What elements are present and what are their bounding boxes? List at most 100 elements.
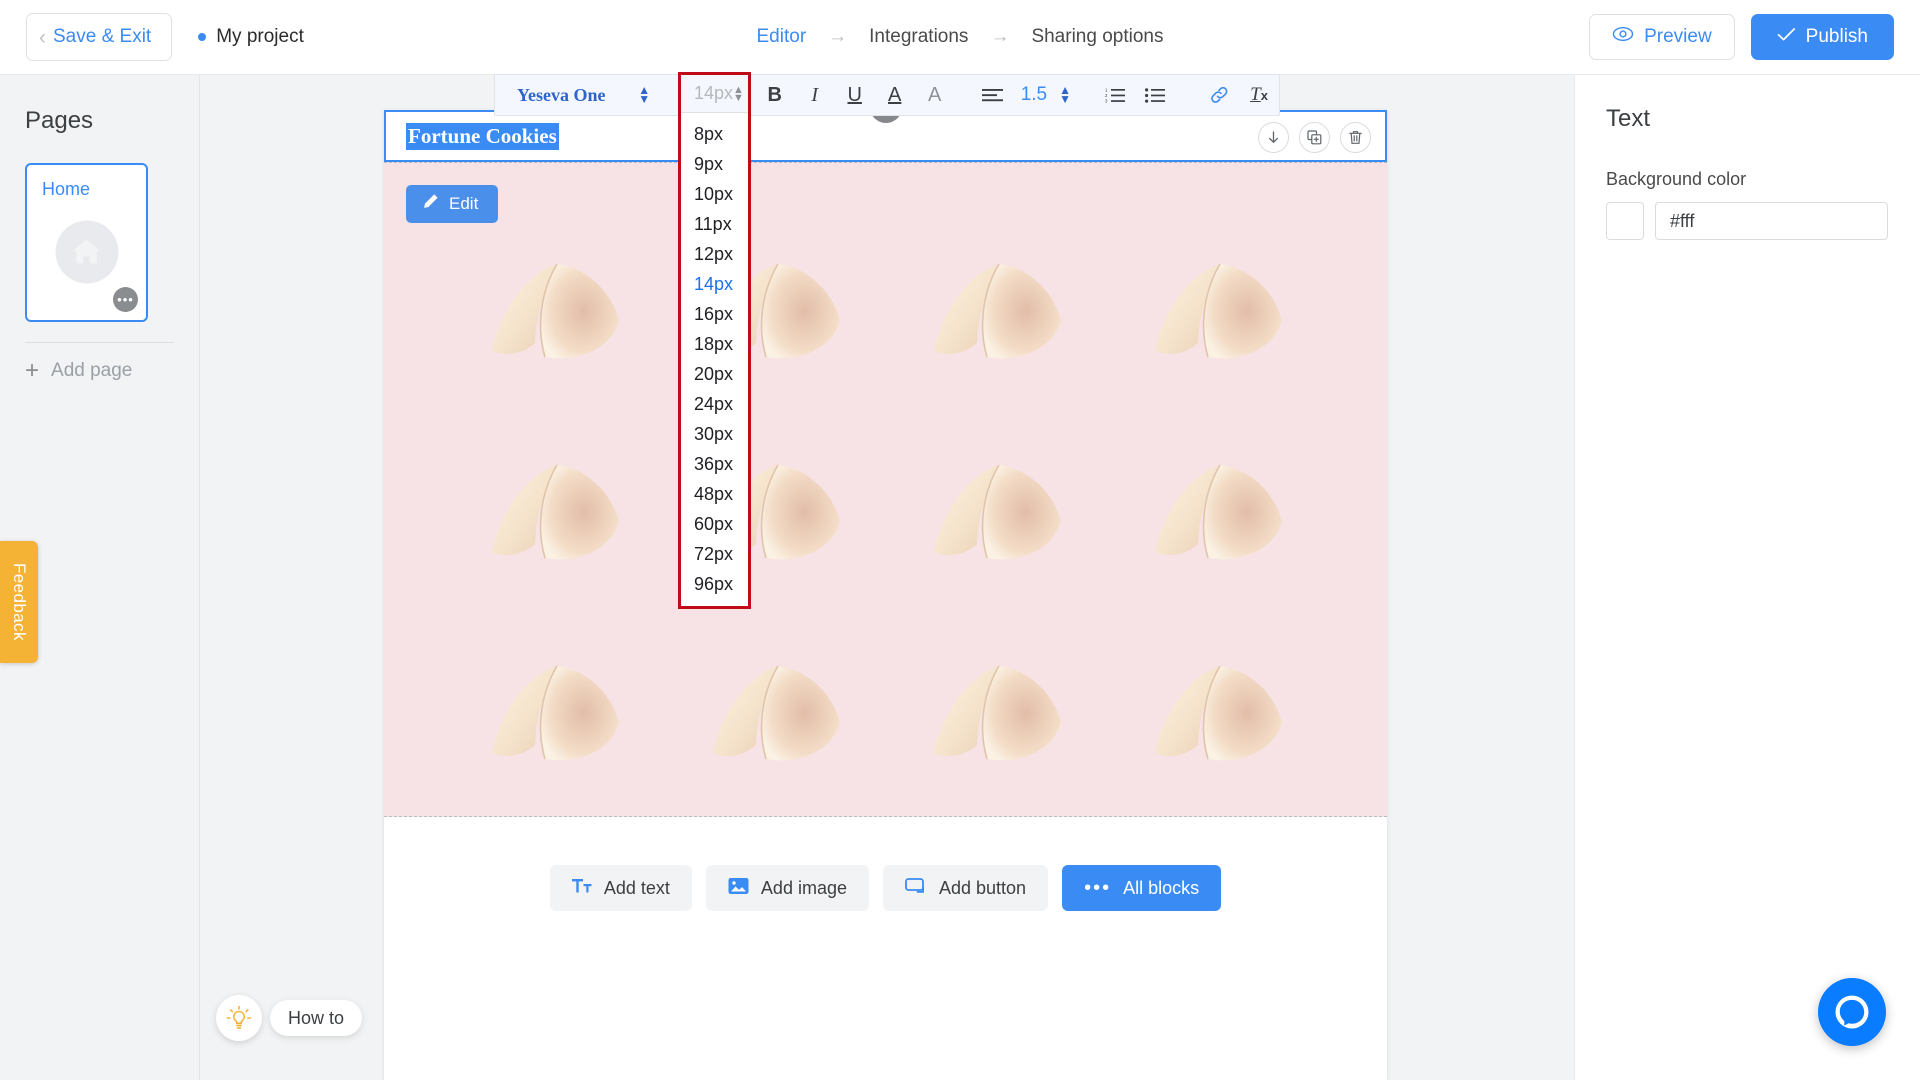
- save-and-exit-button[interactable]: ‹ Save & Exit: [26, 13, 173, 61]
- add-block-toolbar: Add text Add image Add button ••• All bl…: [384, 820, 1387, 1080]
- font-size-option-selected[interactable]: 14px: [681, 269, 748, 299]
- text-color-icon[interactable]: A: [875, 74, 915, 116]
- breadcrumb-item-editor[interactable]: Editor: [757, 26, 807, 48]
- align-icon[interactable]: [973, 74, 1013, 116]
- project-name: My project: [216, 26, 304, 47]
- duplicate-icon[interactable]: [1299, 122, 1330, 153]
- cookie-image[interactable]: [886, 213, 1107, 414]
- workspace: + Fortune Cookies: [200, 75, 1574, 1080]
- underline-icon[interactable]: U: [835, 74, 875, 116]
- status-dot-icon: [198, 33, 207, 41]
- background-color-row: #fff: [1606, 202, 1920, 240]
- top-bar-actions: Preview Publish: [1589, 14, 1894, 60]
- cookie-image[interactable]: [886, 414, 1107, 615]
- how-to-widget[interactable]: How to: [216, 995, 363, 1041]
- image-block[interactable]: Edit: [384, 162, 1387, 817]
- cookie-image[interactable]: [444, 615, 665, 816]
- cookie-image[interactable]: [1106, 414, 1327, 615]
- check-icon: [1777, 26, 1796, 48]
- all-blocks-label: All blocks: [1123, 877, 1200, 898]
- unordered-list-icon[interactable]: [1135, 74, 1175, 116]
- panel-title: Text: [1606, 105, 1651, 132]
- cookie-image[interactable]: [1106, 615, 1327, 816]
- color-swatch[interactable]: [1606, 202, 1644, 240]
- add-text-button[interactable]: Add text: [549, 865, 692, 911]
- add-text-label: Add text: [603, 877, 670, 898]
- toolbar-icons: B I U A A 1.5 ▲ ▼ 1 2 3 T x: [741, 74, 1279, 116]
- home-icon: [55, 220, 118, 284]
- cookie-image[interactable]: [1106, 213, 1327, 414]
- cookie-image-grid: [384, 163, 1387, 816]
- move-down-icon[interactable]: [1258, 122, 1289, 153]
- breadcrumb-item-integrations[interactable]: Integrations: [869, 26, 968, 48]
- page-card-label: Home: [42, 179, 91, 199]
- font-size-option-list: 8px 9px 10px 11px 12px 14px 16px 18px 20…: [681, 113, 748, 606]
- font-size-option[interactable]: 16px: [681, 299, 748, 329]
- text-format-toolbar: Yeseva One ▲ ▼ B I U A A 1.5 ▲ ▼ 1 2 3 T…: [494, 74, 1280, 116]
- bold-icon[interactable]: B: [755, 74, 795, 116]
- top-bar: ‹ Save & Exit My project Editor → Integr…: [0, 0, 1920, 75]
- font-size-current[interactable]: 14px ▲ ▼: [681, 75, 748, 113]
- project-indicator: My project: [198, 26, 304, 48]
- font-size-option[interactable]: 72px: [681, 539, 748, 569]
- add-button-button[interactable]: Add button: [882, 865, 1049, 911]
- all-blocks-button[interactable]: ••• All blocks: [1062, 865, 1222, 911]
- lightbulb-icon[interactable]: [216, 995, 262, 1041]
- delete-icon[interactable]: [1340, 122, 1371, 153]
- font-size-option[interactable]: 24px: [681, 389, 748, 419]
- app-root: ‹ Save & Exit My project Editor → Integr…: [0, 0, 1920, 1080]
- font-size-option[interactable]: 96px: [681, 569, 748, 599]
- link-icon[interactable]: [1199, 74, 1239, 116]
- cookie-image[interactable]: [665, 615, 886, 816]
- messenger-chat-button[interactable]: [1818, 978, 1886, 1046]
- add-page-button[interactable]: + Add page: [25, 357, 199, 385]
- font-size-option[interactable]: 12px: [681, 239, 748, 269]
- breadcrumb-item-sharing-options[interactable]: Sharing options: [1031, 26, 1163, 48]
- heading-block[interactable]: + Fortune Cookies: [384, 90, 1387, 162]
- text-icon: [571, 878, 592, 899]
- font-family-select[interactable]: Yeseva One ▲ ▼: [495, 75, 664, 115]
- edit-block-button[interactable]: Edit: [406, 185, 499, 223]
- page-menu-ellipsis-icon[interactable]: •••: [113, 287, 138, 312]
- cookie-image[interactable]: [444, 213, 665, 414]
- feedback-tab[interactable]: Feedback: [0, 541, 38, 663]
- add-image-label: Add image: [760, 877, 847, 898]
- font-size-dropdown[interactable]: 14px ▲ ▼ 8px 9px 10px 11px 12px 14px 16px…: [678, 72, 751, 609]
- font-size-option[interactable]: 20px: [681, 359, 748, 389]
- italic-icon[interactable]: I: [795, 74, 835, 116]
- preview-button[interactable]: Preview: [1589, 14, 1735, 60]
- font-size-option[interactable]: 11px: [681, 209, 748, 239]
- edit-button-label: Edit: [449, 194, 479, 213]
- line-height-select[interactable]: 1.5 ▲ ▼: [1021, 84, 1071, 106]
- font-size-option[interactable]: 36px: [681, 449, 748, 479]
- font-size-option[interactable]: 48px: [681, 479, 748, 509]
- ordered-list-icon[interactable]: 1 2 3: [1095, 74, 1135, 116]
- ellipsis-icon: •••: [1084, 877, 1112, 899]
- page-card-home[interactable]: Home •••: [25, 163, 148, 322]
- clear-format-icon[interactable]: Tx: [1239, 74, 1279, 116]
- image-icon: [728, 877, 749, 900]
- font-size-option[interactable]: 9px: [681, 149, 748, 179]
- background-color-input[interactable]: #fff: [1655, 202, 1888, 240]
- font-size-option[interactable]: 18px: [681, 329, 748, 359]
- how-to-label[interactable]: How to: [270, 1000, 363, 1036]
- font-size-option[interactable]: 8px: [681, 119, 748, 149]
- save-and-exit-label: Save & Exit: [53, 26, 152, 47]
- font-size-option[interactable]: 10px: [681, 179, 748, 209]
- background-color-label: Background color: [1606, 169, 1747, 189]
- add-image-button[interactable]: Add image: [705, 865, 869, 911]
- preview-label: Preview: [1644, 26, 1712, 47]
- cookie-image[interactable]: [886, 615, 1107, 816]
- eye-icon: [1612, 26, 1634, 48]
- page-canvas: + Fortune Cookies: [384, 90, 1387, 1080]
- highlight-color-icon[interactable]: A: [915, 74, 955, 116]
- svg-text:3: 3: [1105, 98, 1108, 102]
- page-heading[interactable]: Fortune Cookies: [406, 122, 559, 150]
- publish-button[interactable]: Publish: [1750, 14, 1894, 60]
- font-size-option[interactable]: 30px: [681, 419, 748, 449]
- cookie-image[interactable]: [444, 414, 665, 615]
- svg-text:1: 1: [1105, 88, 1108, 93]
- left-sidebar: Pages Home ••• + Add page Feedback: [0, 75, 200, 1080]
- font-size-option[interactable]: 60px: [681, 509, 748, 539]
- breadcrumb-arrow-icon-1: →: [828, 26, 848, 47]
